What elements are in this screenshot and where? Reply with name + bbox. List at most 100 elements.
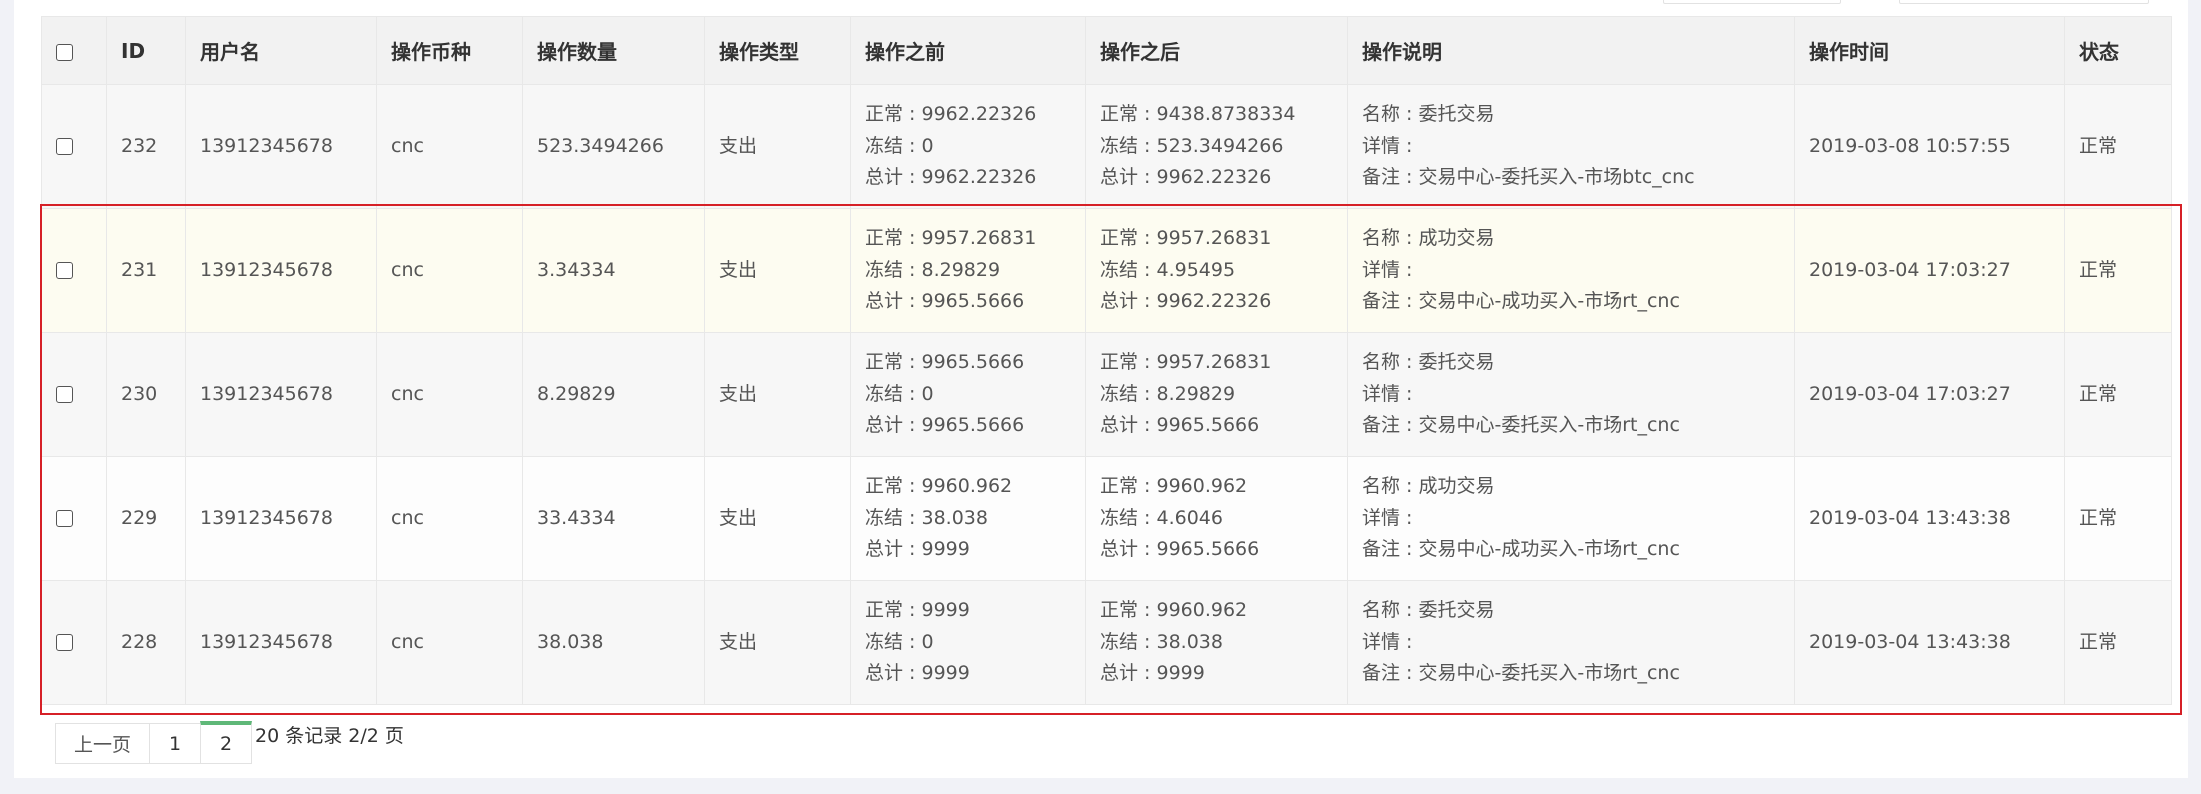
cell-status: 正常 xyxy=(2064,580,2172,705)
cell-type: 支出 xyxy=(704,208,851,333)
cell-username: 13912345678 xyxy=(185,332,377,457)
cell-id: 228 xyxy=(106,580,186,705)
cell-id: 232 xyxy=(106,84,186,209)
cell-status: 正常 xyxy=(2064,332,2172,457)
search-input[interactable] xyxy=(1899,0,2149,4)
finance-log-table: ID 用户名 操作币种 操作数量 操作类型 操作之前 操作之后 操作说明 操作时… xyxy=(41,16,2172,705)
after-frozen: 冻结 : 4.6046 xyxy=(1100,506,1223,529)
table-row[interactable]: 232 13912345678 cnc 523.3494266 支出 正常 : … xyxy=(41,84,2172,209)
cell-before: 正常 : 9965.5666 冻结 : 0 总计 : 9965.5666 xyxy=(850,332,1086,457)
desc-remark: 备注 : 交易中心-成功买入-市场rt_cnc xyxy=(1362,538,1680,561)
desc-detail: 详情 : xyxy=(1362,506,1413,529)
select-all-checkbox[interactable] xyxy=(56,43,73,61)
after-normal: 正常 : 9960.962 xyxy=(1100,599,1248,622)
cell-after: 正常 : 9957.26831 冻结 : 8.29829 总计 : 9965.5… xyxy=(1085,332,1348,457)
desc-name: 名称 : 委托交易 xyxy=(1362,351,1495,374)
before-total: 总计 : 9965.5666 xyxy=(865,290,1025,313)
after-total: 总计 : 9962.22326 xyxy=(1100,290,1272,313)
header-before[interactable]: 操作之前 xyxy=(850,16,1086,85)
table-row[interactable]: 230 13912345678 cnc 8.29829 支出 正常 : 9965… xyxy=(41,332,2172,457)
after-total: 总计 : 9999 xyxy=(1100,662,1205,685)
cell-username: 13912345678 xyxy=(185,456,377,581)
pagination-summary: 20 条记录 2/2 页 xyxy=(255,725,404,747)
cell-coin: cnc xyxy=(376,332,523,457)
row-select-cell[interactable] xyxy=(41,84,107,209)
header-username[interactable]: 用户名 xyxy=(185,16,377,85)
before-normal: 正常 : 9999 xyxy=(865,599,970,622)
pagination: 上一页 1 2 20 条记录 2/2 页 xyxy=(55,721,404,764)
header-description[interactable]: 操作说明 xyxy=(1347,16,1795,85)
header-after[interactable]: 操作之后 xyxy=(1085,16,1348,85)
row-select-cell[interactable] xyxy=(41,332,107,457)
desc-name: 名称 : 成功交易 xyxy=(1362,475,1495,498)
filter-input[interactable] xyxy=(1663,0,1841,4)
cell-description: 名称 : 成功交易 详情 : 备注 : 交易中心-成功买入-市场rt_cnc xyxy=(1347,208,1795,333)
desc-name: 名称 : 委托交易 xyxy=(1362,103,1495,126)
cell-username: 13912345678 xyxy=(185,208,377,333)
row-checkbox[interactable] xyxy=(56,385,73,403)
row-checkbox[interactable] xyxy=(56,509,73,527)
before-normal: 正常 : 9965.5666 xyxy=(865,351,1025,374)
cell-after: 正常 : 9960.962 冻结 : 4.6046 总计 : 9965.5666 xyxy=(1085,456,1348,581)
cell-amount: 8.29829 xyxy=(522,332,705,457)
cell-time: 2019-03-04 13:43:38 xyxy=(1794,580,2065,705)
before-frozen: 冻结 : 38.038 xyxy=(865,506,988,529)
table-row[interactable]: 231 13912345678 cnc 3.34334 支出 正常 : 9957… xyxy=(41,208,2172,333)
cell-coin: cnc xyxy=(376,84,523,209)
cell-time: 2019-03-04 17:03:27 xyxy=(1794,332,2065,457)
before-total: 总计 : 9999 xyxy=(865,538,970,561)
row-checkbox[interactable] xyxy=(56,261,73,279)
table-row[interactable]: 229 13912345678 cnc 33.4334 支出 正常 : 9960… xyxy=(41,456,2172,581)
header-status[interactable]: 状态 xyxy=(2064,16,2172,85)
header-amount[interactable]: 操作数量 xyxy=(522,16,705,85)
before-total: 总计 : 9962.22326 xyxy=(865,166,1037,189)
row-select-cell[interactable] xyxy=(41,456,107,581)
cell-amount: 3.34334 xyxy=(522,208,705,333)
header-type[interactable]: 操作类型 xyxy=(704,16,851,85)
cell-type: 支出 xyxy=(704,84,851,209)
page-button-2-current[interactable]: 2 xyxy=(200,721,252,764)
desc-remark: 备注 : 交易中心-委托买入-市场rt_cnc xyxy=(1362,662,1680,685)
after-frozen: 冻结 : 523.3494266 xyxy=(1100,134,1284,157)
select-all-cell[interactable] xyxy=(41,16,107,85)
cell-amount: 38.038 xyxy=(522,580,705,705)
after-normal: 正常 : 9960.962 xyxy=(1100,475,1248,498)
before-frozen: 冻结 : 0 xyxy=(865,630,934,653)
after-total: 总计 : 9965.5666 xyxy=(1100,414,1260,437)
desc-detail: 详情 : xyxy=(1362,258,1413,281)
table-header-row: ID 用户名 操作币种 操作数量 操作类型 操作之前 操作之后 操作说明 操作时… xyxy=(41,16,2172,85)
cell-after: 正常 : 9957.26831 冻结 : 4.95495 总计 : 9962.2… xyxy=(1085,208,1348,333)
after-normal: 正常 : 9438.8738334 xyxy=(1100,103,1296,126)
cell-description: 名称 : 委托交易 详情 : 备注 : 交易中心-委托买入-市场rt_cnc xyxy=(1347,580,1795,705)
row-select-cell[interactable] xyxy=(41,208,107,333)
before-normal: 正常 : 9957.26831 xyxy=(865,227,1037,250)
desc-name: 名称 : 委托交易 xyxy=(1362,599,1495,622)
cell-amount: 33.4334 xyxy=(522,456,705,581)
table-row[interactable]: 228 13912345678 cnc 38.038 支出 正常 : 9999 … xyxy=(41,580,2172,705)
cell-before: 正常 : 9960.962 冻结 : 38.038 总计 : 9999 xyxy=(850,456,1086,581)
desc-remark: 备注 : 交易中心-委托买入-市场rt_cnc xyxy=(1362,414,1680,437)
cell-after: 正常 : 9438.8738334 冻结 : 523.3494266 总计 : … xyxy=(1085,84,1348,209)
before-frozen: 冻结 : 8.29829 xyxy=(865,258,1001,281)
header-time[interactable]: 操作时间 xyxy=(1794,16,2065,85)
cell-status: 正常 xyxy=(2064,456,2172,581)
cell-type: 支出 xyxy=(704,456,851,581)
header-coin[interactable]: 操作币种 xyxy=(376,16,523,85)
cell-after: 正常 : 9960.962 冻结 : 38.038 总计 : 9999 xyxy=(1085,580,1348,705)
prev-page-button[interactable]: 上一页 xyxy=(55,723,150,764)
row-select-cell[interactable] xyxy=(41,580,107,705)
after-frozen: 冻结 : 8.29829 xyxy=(1100,382,1236,405)
after-normal: 正常 : 9957.26831 xyxy=(1100,351,1272,374)
cell-description: 名称 : 委托交易 详情 : 备注 : 交易中心-委托买入-市场rt_cnc xyxy=(1347,332,1795,457)
after-frozen: 冻结 : 4.95495 xyxy=(1100,258,1236,281)
cell-type: 支出 xyxy=(704,580,851,705)
desc-name: 名称 : 成功交易 xyxy=(1362,227,1495,250)
after-total: 总计 : 9962.22326 xyxy=(1100,166,1272,189)
row-checkbox[interactable] xyxy=(56,137,73,155)
toolbar-strip xyxy=(14,0,2188,4)
page-button-1[interactable]: 1 xyxy=(149,723,201,764)
header-id[interactable]: ID xyxy=(106,16,186,85)
row-checkbox[interactable] xyxy=(56,633,73,651)
cell-coin: cnc xyxy=(376,456,523,581)
cell-id: 229 xyxy=(106,456,186,581)
